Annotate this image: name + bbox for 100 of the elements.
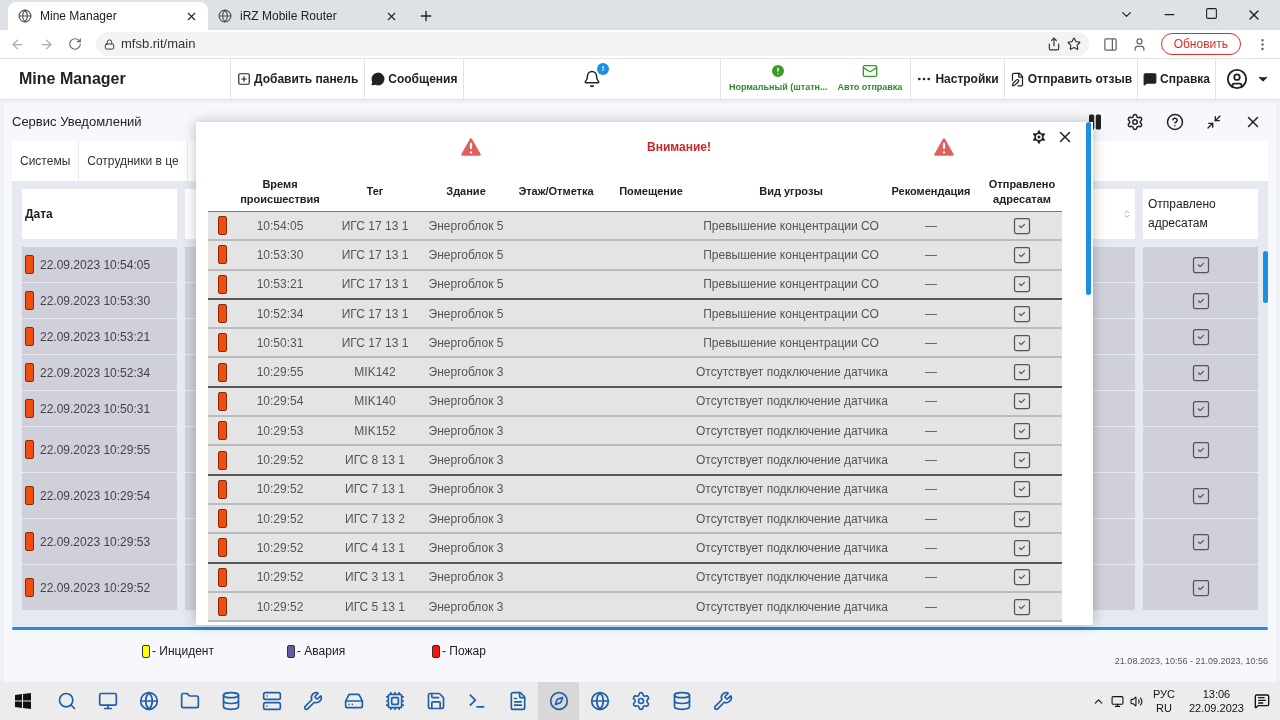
table-cell: 22.09.2023 10:50:31 — [22, 391, 177, 427]
checkbox-checked[interactable] — [1012, 215, 1032, 236]
search-icon[interactable] — [56, 691, 77, 711]
checkbox-checked[interactable] — [1012, 244, 1032, 265]
checkbox-checked[interactable] — [1012, 479, 1032, 500]
checkbox-checked[interactable] — [1190, 398, 1211, 419]
wrench-icon[interactable] — [712, 691, 733, 711]
database-icon[interactable] — [671, 691, 692, 711]
globe-icon[interactable] — [589, 691, 610, 711]
table-cell-text: 10:29:52 — [255, 598, 305, 616]
status-marker — [217, 538, 227, 558]
new-tab-icon[interactable] — [418, 8, 434, 24]
add-icon — [237, 72, 251, 86]
compass-icon[interactable] — [548, 691, 569, 711]
notifications-icon[interactable] — [1254, 693, 1270, 709]
header-menu-item[interactable]: Настройки — [910, 59, 1004, 99]
settings-icon[interactable] — [1126, 113, 1144, 131]
checkbox-checked[interactable] — [1190, 254, 1211, 275]
checkbox-checked[interactable] — [1190, 531, 1211, 552]
checkbox-checked[interactable] — [1190, 485, 1211, 506]
table-cell-text: Энергоблок 3 — [427, 510, 505, 528]
table-cell-text: 10:53:30 — [255, 246, 305, 264]
clock-date[interactable]: 22.09.2023 — [1188, 701, 1244, 715]
status-marker — [25, 440, 34, 459]
table-cell-text: MIK142 — [353, 364, 397, 382]
table-cell: 22.09.2023 10:52:34 — [22, 355, 177, 391]
folder-icon[interactable] — [179, 691, 200, 711]
header-menu-item[interactable]: Справка — [1137, 59, 1215, 99]
checkbox-checked[interactable] — [1012, 508, 1032, 529]
checkbox-checked[interactable] — [1190, 439, 1211, 460]
checkbox-checked[interactable] — [1012, 391, 1032, 412]
notification-badge: ! — [597, 63, 610, 75]
table-cell-text: Энергоблок 5 — [427, 305, 505, 323]
side-panel-icon[interactable] — [1102, 36, 1118, 52]
globe-icon[interactable] — [138, 691, 159, 711]
status-marker — [217, 450, 227, 470]
bookmark-icon[interactable] — [1066, 37, 1081, 51]
checkbox-checked[interactable] — [1190, 577, 1211, 598]
column-header: Тег — [365, 184, 385, 199]
monitor-icon[interactable] — [97, 691, 118, 711]
maximize-icon[interactable] — [1205, 7, 1218, 20]
status-marker — [25, 399, 34, 418]
keyboard-layout[interactable]: RU — [1155, 701, 1172, 715]
profile-icon[interactable] — [1131, 36, 1147, 52]
scrollbar[interactable] — [1086, 122, 1091, 295]
table-cell-text: — — [924, 276, 938, 294]
checkbox-checked[interactable] — [1012, 420, 1032, 441]
start-icon[interactable] — [15, 693, 31, 709]
checkbox-checked[interactable] — [1012, 332, 1032, 353]
table-cell-text: ИГС 17 13 1 — [340, 305, 410, 323]
table-cell-text: — — [924, 393, 938, 411]
header-action[interactable]: Сообщения — [364, 59, 464, 99]
table-cell-text: Отсутствует подключение датчика — [696, 422, 886, 440]
table-cell-text: 10:50:31 — [255, 334, 305, 352]
checkbox-checked[interactable] — [1190, 326, 1211, 347]
checkbox-checked[interactable] — [1012, 596, 1032, 617]
collapse-icon[interactable] — [1206, 114, 1222, 130]
table-cell-text: — — [924, 452, 938, 469]
column-header[interactable]: Отправлено адресатам — [1143, 189, 1258, 239]
share-icon[interactable] — [1046, 37, 1061, 51]
column-header: Время происшествия — [239, 176, 321, 207]
header-action[interactable]: Добавить панель — [230, 59, 365, 99]
wrench-icon[interactable] — [302, 691, 323, 711]
scrollbar[interactable] — [1263, 251, 1268, 303]
address-field[interactable]: mfsb.rit/main — [96, 32, 1089, 56]
table-cell-text: Отсутствует подключение датчика — [696, 598, 886, 616]
browser-tab[interactable]: iRZ Mobile Router — [208, 2, 408, 30]
network-icon[interactable] — [1110, 694, 1124, 708]
table-cell-text: ИГС 4 13 1 — [344, 539, 406, 557]
column-header: Отправлено адресатам — [987, 176, 1057, 207]
checkbox-checked[interactable] — [1190, 362, 1211, 383]
browser-tab[interactable]: Mine Manager — [8, 2, 208, 30]
help-icon[interactable] — [1166, 113, 1184, 131]
language-indicator[interactable]: РУС — [1152, 687, 1175, 701]
table-cell-text: Энергоблок 3 — [427, 598, 505, 616]
reload-icon[interactable] — [68, 37, 82, 51]
column-header[interactable]: Дата — [22, 189, 177, 239]
chip-icon[interactable] — [384, 691, 405, 711]
table-cell: 22.09.2023 10:29:52 — [22, 565, 177, 611]
checkbox-checked[interactable] — [1012, 274, 1032, 295]
checkbox-checked[interactable] — [1012, 450, 1032, 470]
checkbox-checked[interactable] — [1190, 290, 1211, 311]
status-marker — [217, 479, 227, 499]
checkbox-checked[interactable] — [1012, 567, 1032, 588]
scrollbar[interactable] — [12, 627, 1268, 630]
table-cell-text: Превышение концентрации СО — [702, 334, 880, 352]
app-title: Mine Manager — [19, 69, 126, 89]
drive-icon[interactable] — [343, 691, 364, 711]
server-icon[interactable] — [261, 691, 282, 711]
database-icon[interactable] — [220, 691, 241, 711]
checkbox-checked[interactable] — [1012, 362, 1032, 383]
user-icon[interactable] — [1226, 68, 1248, 90]
header-menu-item[interactable]: Отправить отзыв — [1003, 59, 1137, 99]
checkbox-checked[interactable] — [1012, 303, 1032, 324]
clock-time[interactable]: 13:06 — [1202, 687, 1231, 701]
table-cell: 22.09.2023 10:54:05 — [22, 247, 177, 283]
volume-icon[interactable] — [1129, 694, 1143, 708]
gear-icon[interactable] — [630, 691, 651, 711]
checkbox-checked[interactable] — [1012, 537, 1032, 558]
notification-bell-icon[interactable] — [583, 70, 602, 88]
